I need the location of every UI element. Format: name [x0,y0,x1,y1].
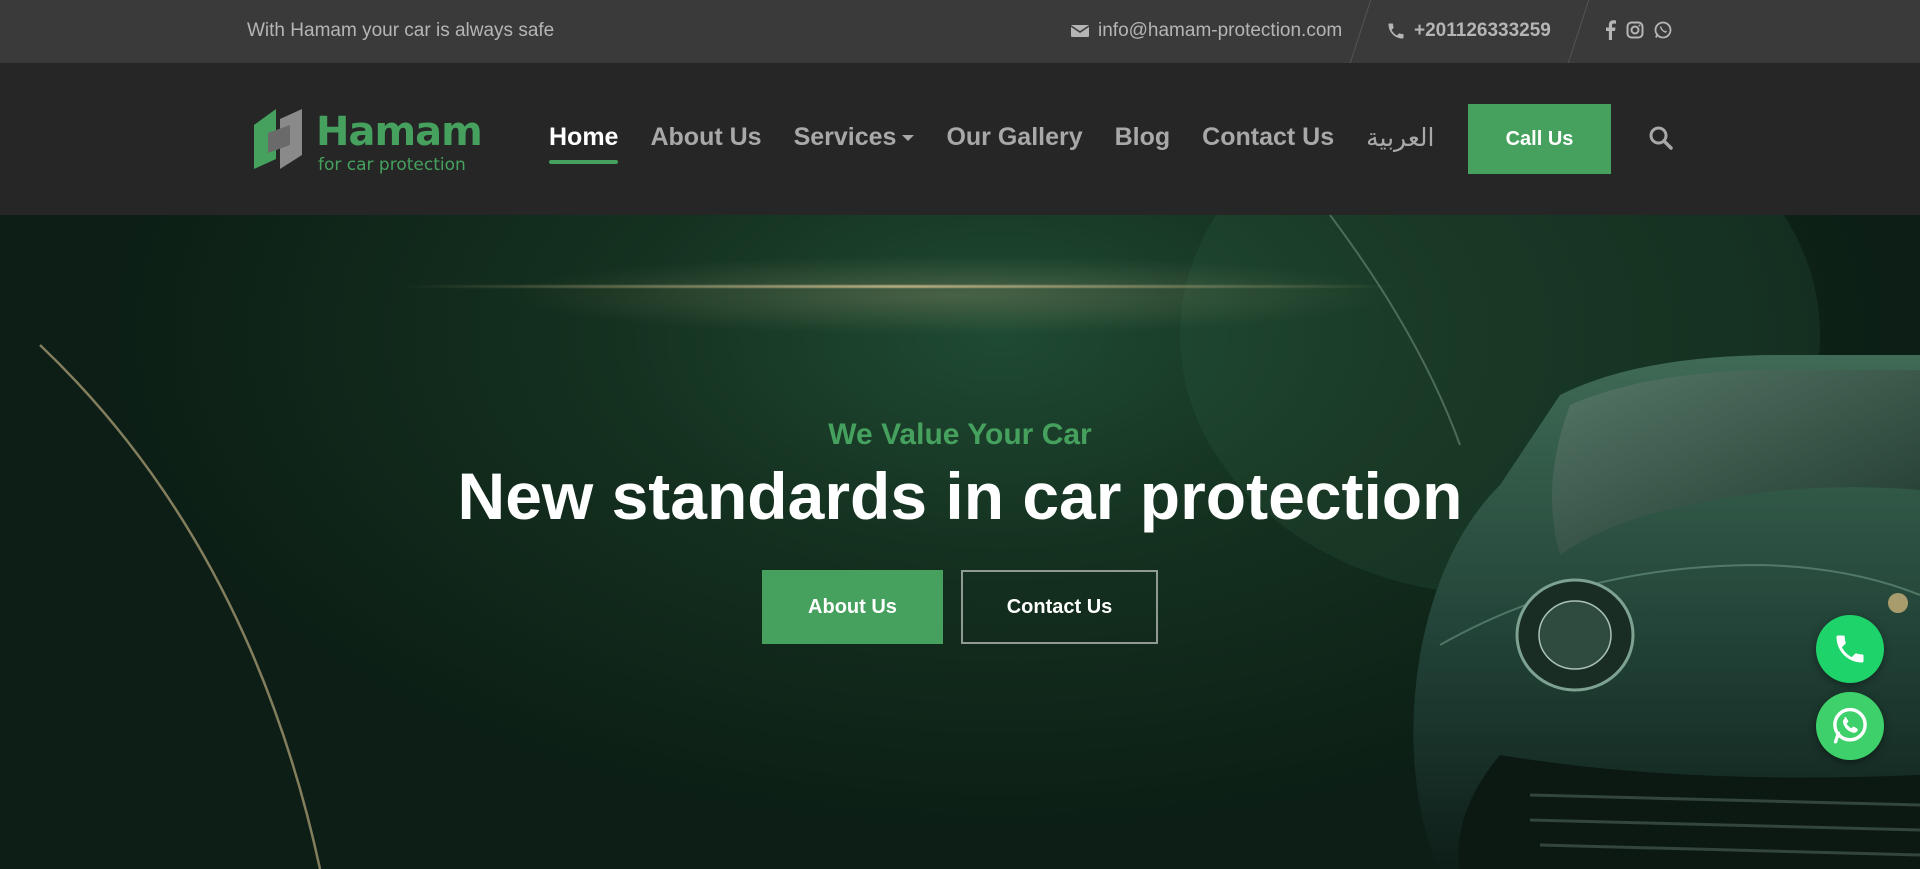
nav-label: Services [793,123,897,151]
nav-item-blog[interactable]: Blog [1115,123,1171,152]
call-us-button[interactable]: Call Us [1468,104,1611,174]
floating-call-button[interactable] [1816,615,1884,683]
nav-label: Contact Us [1202,123,1335,151]
nav-label: About Us [650,123,762,151]
logo-name: Hamam [316,109,483,155]
nav-item-services[interactable]: Services [794,123,915,152]
facebook-icon[interactable] [1604,20,1616,40]
floating-whatsapp-button[interactable] [1816,692,1884,760]
nav-item-home[interactable]: Home [549,123,619,164]
main-nav: Home About Us Services Our Gallery Blog … [549,123,1466,164]
hero-kicker: We Value Your Car [828,418,1092,451]
nav-label: Blog [1114,123,1171,151]
contact-us-button[interactable]: Contact Us [961,570,1158,644]
about-us-button[interactable]: About Us [762,570,943,644]
divider [1349,0,1372,63]
nav-item-gallery[interactable]: Our Gallery [946,123,1082,152]
phone-link[interactable]: +201126333259 [1386,20,1551,42]
logo-subtitle: for car protection [318,155,466,175]
chevron-down-icon [902,134,915,141]
email-link[interactable]: info@hamam-protection.com [1070,20,1342,42]
social-links [1604,20,1672,40]
nav-item-contact[interactable]: Contact Us [1202,123,1334,152]
whatsapp-icon[interactable] [1654,21,1672,39]
hero-headline: New standards in car protection [457,459,1463,533]
logo-mark-icon [254,109,302,169]
main-header: Hamam for car protection Home About Us S… [0,63,1920,215]
phone-icon [1388,23,1404,39]
top-bar: With Hamam your car is always safe info@… [0,0,1920,63]
light-haze [500,255,1400,335]
nav-label: Home [549,123,619,151]
phone-icon [1836,635,1864,663]
light-streak [400,285,1400,288]
whatsapp-icon [1833,707,1867,744]
instagram-icon[interactable] [1626,21,1644,39]
nav-label: العربية [1366,123,1435,152]
nav-label: Our Gallery [946,123,1083,151]
divider [1567,0,1590,63]
nav-item-arabic[interactable]: العربية [1366,123,1434,152]
email-text: info@hamam-protection.com [1098,20,1343,41]
search-icon[interactable] [1648,125,1674,151]
nav-item-about[interactable]: About Us [650,123,761,152]
hero-section: We Value Your Car New standards in car p… [0,215,1920,869]
logo[interactable]: Hamam for car protection [250,103,483,178]
envelope-icon [1070,25,1090,37]
car-image [1413,355,1920,869]
tagline: With Hamam your car is always safe [247,20,555,41]
phone-text: +201126333259 [1414,20,1551,41]
